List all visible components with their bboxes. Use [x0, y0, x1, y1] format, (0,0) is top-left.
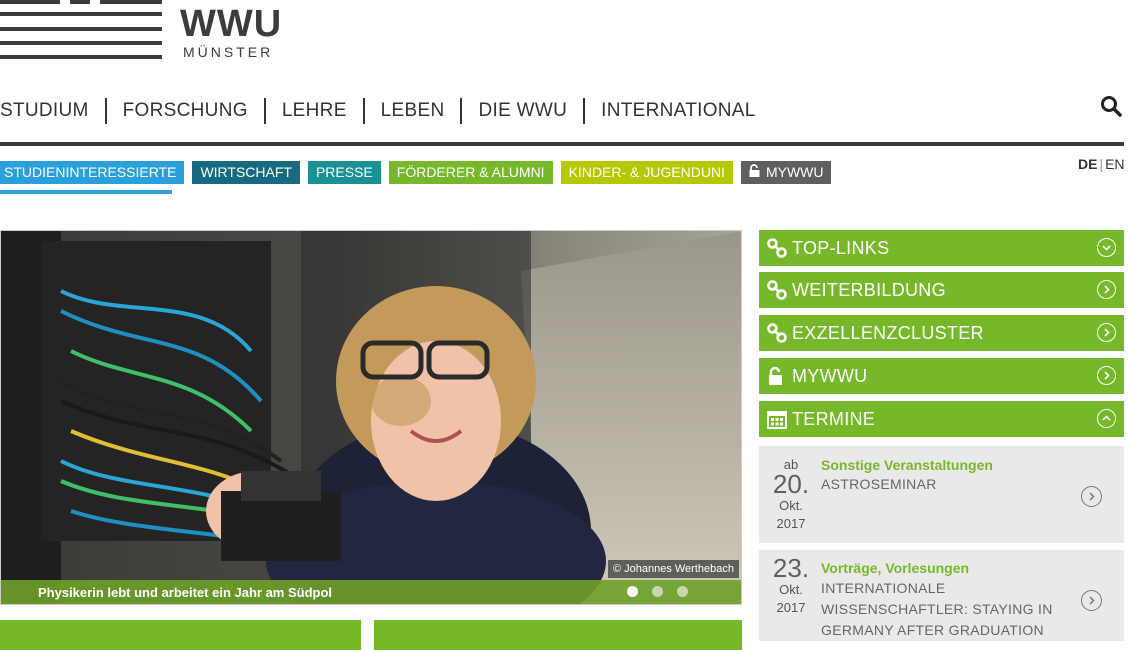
target-group-bar: STUDIENINTERESSIERTE WIRTSCHAFT PRESSE F… [0, 161, 832, 184]
nav-forschung[interactable]: FORSCHUNG [107, 98, 266, 124]
chevron-up-icon [1097, 409, 1116, 428]
event-category[interactable]: Sonstige Veranstaltungen [821, 457, 993, 473]
photo-credit: © Johannes Werthebach [607, 560, 739, 578]
nav-leben[interactable]: LEBEN [365, 98, 463, 124]
accordion-label: EXZELLENZCLUSTER [792, 323, 984, 343]
logo-city: MÜNSTER [183, 44, 274, 60]
slider-dot-3[interactable] [677, 586, 688, 597]
event-date: 23. Okt. 2017 [759, 555, 823, 617]
chevron-right-icon[interactable] [1081, 590, 1102, 611]
tag-studieninteressierte[interactable]: STUDIENINTERESSIERTE [0, 161, 185, 184]
accordion-termine[interactable]: TERMINE [759, 401, 1124, 437]
event-year: 2017 [776, 516, 806, 531]
accordion-label: MYWWU [792, 366, 868, 386]
event-item[interactable]: ab 20. Okt. 2017 Sonstige Veranstaltunge… [759, 446, 1124, 543]
event-day: 23. [772, 553, 810, 583]
slider-dots [627, 586, 688, 597]
chevron-right-icon [1097, 366, 1116, 385]
chevron-right-icon [1097, 280, 1116, 299]
event-title-line[interactable]: INTERNATIONALE [821, 578, 946, 599]
accordion-label: TERMINE [792, 409, 876, 429]
event-category[interactable]: Vorträge, Vorlesungen [821, 560, 969, 576]
event-month: Okt. [779, 498, 803, 513]
nav-studium[interactable]: STUDIUM [0, 98, 107, 124]
search-icon[interactable] [1100, 95, 1124, 119]
nav-lehre[interactable]: LEHRE [266, 98, 365, 124]
event-date: ab 20. Okt. 2017 [759, 458, 823, 533]
language-switch: DE | EN [1078, 156, 1125, 172]
calendar-icon [767, 409, 787, 429]
lang-en[interactable]: EN [1105, 156, 1124, 172]
link-icon [767, 323, 787, 343]
chevron-down-icon [1097, 238, 1116, 257]
active-tag-underline [0, 190, 172, 194]
nav-divider [0, 142, 1124, 146]
chevron-right-icon[interactable] [1081, 486, 1102, 507]
lock-icon [767, 366, 787, 386]
tag-mywwu-label: MYWWU [765, 164, 824, 180]
slider-dot-2[interactable] [652, 586, 663, 597]
wwu-logo[interactable]: WWU MÜNSTER [0, 0, 290, 64]
event-item[interactable]: 23. Okt. 2017 Vorträge, Vorlesungen INTE… [759, 550, 1124, 641]
nav-international[interactable]: INTERNATIONAL [585, 98, 772, 124]
accordion-label: TOP-LINKS [792, 238, 890, 258]
teaser-box-left[interactable] [0, 620, 361, 650]
logo-wordmark: WWU [180, 3, 283, 45]
main-navigation: STUDIUM FORSCHUNG LEHRE LEBEN DIE WWU IN… [0, 96, 772, 126]
event-title[interactable]: ASTROSEMINAR [821, 474, 937, 495]
hero-slider[interactable]: © Johannes Werthebach Physikerin lebt un… [0, 230, 742, 605]
accordion-exzellenzcluster[interactable]: EXZELLENZCLUSTER [759, 315, 1124, 351]
accordion-weiterbildung[interactable]: WEITERBILDUNG [759, 272, 1124, 308]
accordion-mywwu[interactable]: MYWWU [759, 358, 1124, 394]
accordion-top-links[interactable]: TOP-LINKS [759, 230, 1124, 266]
slide-caption: Physikerin lebt und arbeitet ein Jahr am… [38, 585, 333, 600]
event-year: 2017 [776, 600, 806, 615]
hero-image [1, 231, 741, 604]
tag-wirtschaft[interactable]: WIRTSCHAFT [192, 161, 300, 184]
event-day: 20. [772, 469, 810, 499]
slider-dot-1[interactable] [627, 586, 638, 597]
accordion-label: WEITERBILDUNG [792, 280, 946, 300]
tag-mywwu[interactable]: MYWWU [740, 161, 832, 184]
event-title-line[interactable]: WISSENSCHAFTLER: STAYING IN [821, 599, 1053, 620]
chevron-right-icon [1097, 323, 1116, 342]
teaser-box-right[interactable] [374, 620, 742, 650]
tag-kinder-jugenduni[interactable]: KINDER- & JUGENDUNI [560, 161, 733, 184]
link-icon [767, 238, 787, 258]
link-icon [767, 280, 787, 300]
nav-die-wwu[interactable]: DIE WWU [462, 98, 586, 124]
lock-icon [749, 161, 760, 184]
event-month: Okt. [779, 582, 803, 597]
lang-de[interactable]: DE [1078, 156, 1097, 172]
tag-presse[interactable]: PRESSE [307, 161, 381, 184]
tag-foerderer-alumni[interactable]: FÖRDERER & ALUMNI [388, 161, 553, 184]
event-title-line[interactable]: GERMANY AFTER GRADUATION [821, 620, 1044, 641]
